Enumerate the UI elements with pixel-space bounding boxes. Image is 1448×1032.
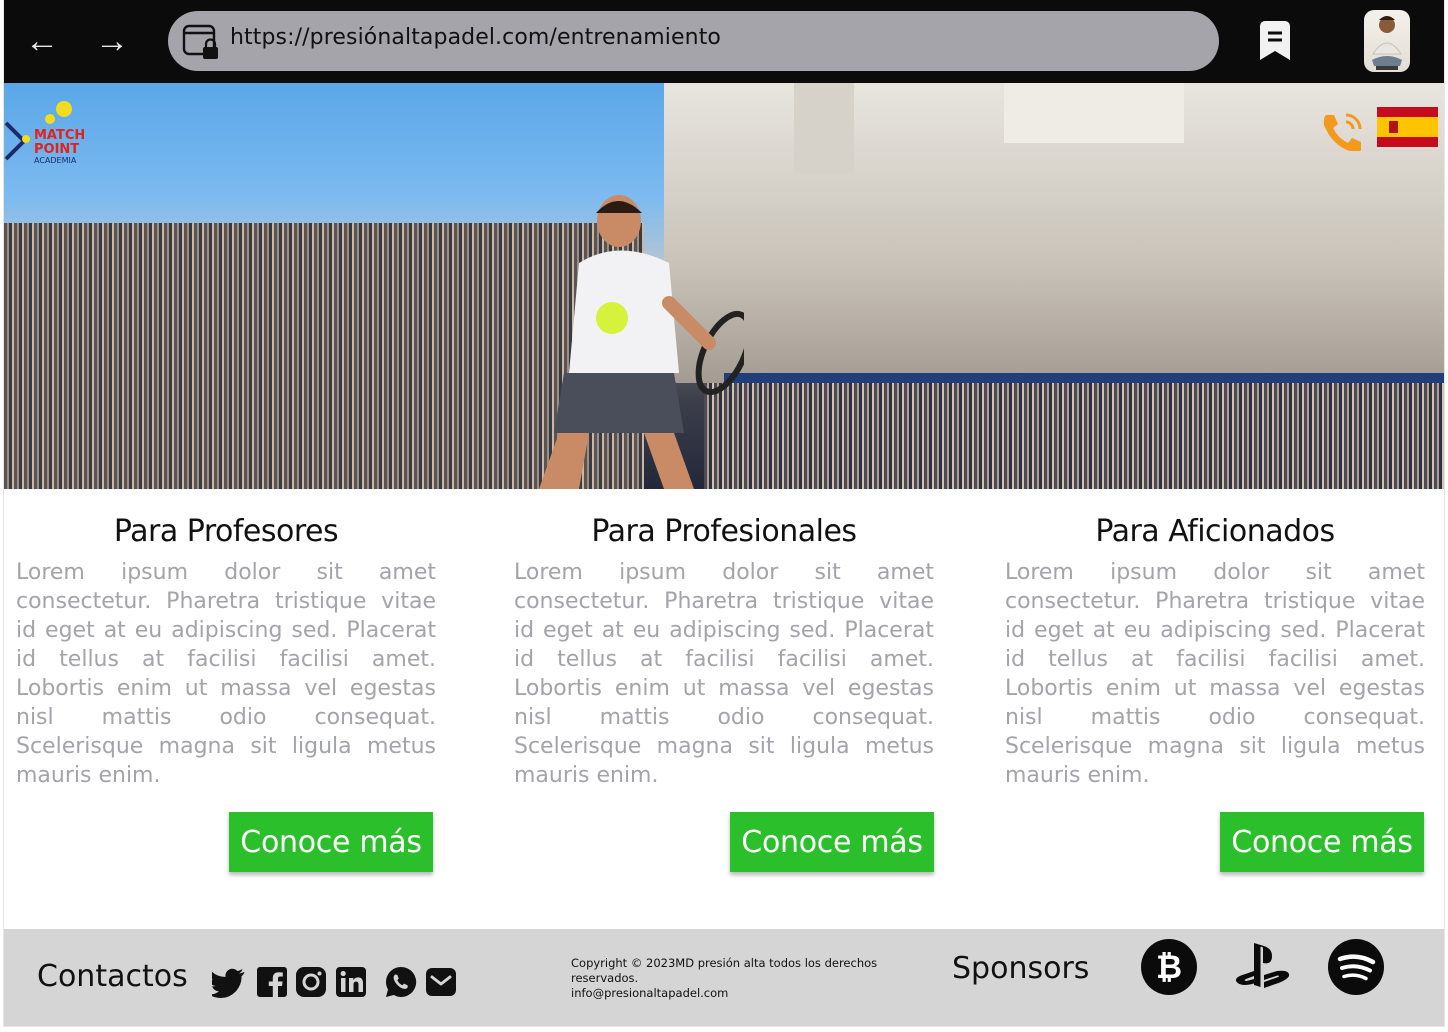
card-title: Para Profesores: [113, 514, 339, 549]
back-arrow-icon[interactable]: ←: [24, 24, 60, 60]
svg-text:₿: ₿: [1156, 948, 1182, 986]
spotify-icon[interactable]: [1326, 937, 1386, 997]
playstation-icon[interactable]: [1232, 937, 1292, 997]
twitter-icon[interactable]: [212, 965, 246, 999]
whatsapp-icon[interactable]: [384, 965, 418, 999]
card-profesores: Para Profesores Lorem ipsum dolor sit am…: [16, 510, 436, 790]
avatar-illustration: [1372, 16, 1402, 70]
hero-banner: MATCH POINT ACADEMIA: [4, 83, 1444, 489]
card-title: Para Profesionales: [591, 514, 857, 549]
card-body: Lorem ipsum dolor sit amet consectetur. …: [1005, 560, 1425, 788]
card-profesionales: Para Profesionales Lorem ipsum dolor sit…: [514, 510, 934, 790]
conoce-mas-button-profesores[interactable]: Conoce más: [229, 812, 433, 872]
phone-icon[interactable]: [1320, 111, 1364, 151]
hero-crowd-right: [704, 383, 1444, 489]
conoce-mas-button-aficionados[interactable]: Conoce más: [1220, 812, 1424, 872]
url-text[interactable]: https://presiónaltapadel.com/entrenamien…: [230, 25, 721, 50]
footer: Contactos Copyright © 2023MD presión alt…: [4, 929, 1444, 1026]
svg-text:POINT: POINT: [34, 142, 79, 157]
instagram-icon[interactable]: [294, 965, 328, 999]
bookmark-icon[interactable]: [1256, 20, 1294, 62]
hero-roof: [1004, 83, 1184, 143]
card-aficionados: Para Aficionados Lorem ipsum dolor sit a…: [1005, 510, 1425, 790]
page: ← → https://presiónaltapadel.com/entrena…: [4, 0, 1444, 1026]
card-body: Lorem ipsum dolor sit amet consectetur. …: [514, 560, 934, 788]
contacts-label: Contactos: [37, 959, 188, 994]
hero-player-illustration: [539, 195, 744, 489]
svg-text:ACADEMIA: ACADEMIA: [34, 156, 77, 165]
copyright-line: Copyright © 2023MD presión alta todos lo…: [571, 956, 878, 985]
forward-arrow-icon[interactable]: →: [94, 24, 130, 60]
linkedin-icon[interactable]: [334, 965, 368, 999]
svg-text:MATCH: MATCH: [34, 128, 84, 143]
card-body: Lorem ipsum dolor sit amet consectetur. …: [16, 560, 436, 788]
avatar[interactable]: [1364, 10, 1410, 72]
email-icon[interactable]: [424, 965, 458, 999]
spain-flag-icon[interactable]: [1377, 107, 1438, 147]
browser-toolbar: ← → https://presiónaltapadel.com/entrena…: [4, 0, 1444, 83]
site-lock-icon: [182, 24, 218, 59]
contact-email[interactable]: info@presionaltapadel.com: [571, 986, 901, 1001]
match-point-logo[interactable]: MATCH POINT ACADEMIA: [4, 97, 84, 167]
hero-tower: [794, 83, 854, 173]
conoce-mas-button-profesionales[interactable]: Conoce más: [730, 812, 934, 872]
address-bar[interactable]: https://presiónaltapadel.com/entrenamien…: [168, 11, 1219, 71]
card-title: Para Aficionados: [1095, 514, 1335, 549]
sponsors-label: Sponsors: [952, 951, 1090, 986]
bitcoin-icon[interactable]: ₿: [1139, 937, 1199, 997]
copyright-text: Copyright © 2023MD presión alta todos lo…: [571, 956, 901, 1001]
facebook-icon[interactable]: [255, 965, 289, 999]
